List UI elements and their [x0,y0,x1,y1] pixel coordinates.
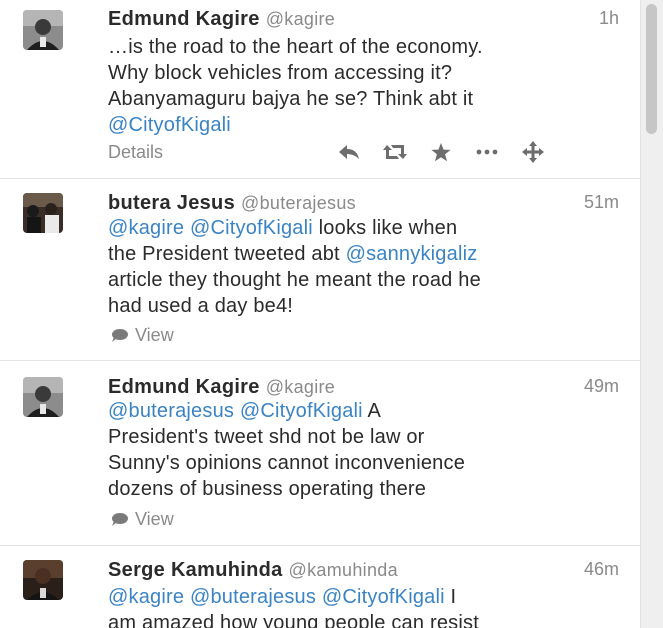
mention-link[interactable]: @kagire [108,217,184,239]
author-handle[interactable]: @kagire [266,377,335,397]
text-line: dozens of business operating there [108,476,628,502]
scrollbar-thumb[interactable] [646,4,657,134]
tweet[interactable]: Serge Kamuhinda @kamuhinda 46m @kagire @b… [0,546,641,628]
mention-link[interactable]: @CityofKigali [108,114,231,136]
mention-link[interactable]: @buterajesus [108,400,234,422]
scrollbar[interactable] [640,0,663,628]
timestamp[interactable]: 1h [599,8,619,29]
text-line: @kagire @CityofKigali looks like when [108,215,628,241]
text-line: article they thought he meant the road h… [108,267,628,293]
retweet-button[interactable] [372,140,418,164]
text-span: the President tweeted abt [108,243,346,265]
timestamp[interactable]: 49m [584,376,619,397]
text-line: Sunny's opinions cannot inconvenience [108,450,628,476]
text-span: A [362,400,382,422]
reply-icon [339,145,359,159]
retweet-icon [383,145,407,159]
text-line: @CityofKigali [108,112,628,138]
view-link[interactable]: View [110,509,174,530]
timestamp[interactable]: 51m [584,192,619,213]
text-span: looks like when [312,217,458,239]
speech-bubble-icon [112,513,128,526]
mention-link[interactable]: @buterajesus [190,586,316,608]
text-span: dozens of business operating there [108,478,427,500]
tweet-actions [326,140,556,164]
mention-link[interactable]: @CityofKigali [322,586,445,608]
expand-icon [522,141,544,163]
author-handle[interactable]: @kagire [266,9,335,29]
tweet[interactable]: butera Jesus @buterajesus 51m @kagire @Ci… [0,179,641,361]
text-span: am amazed how young people can resist [108,612,479,628]
timestamp[interactable]: 46m [584,559,619,580]
text-span: Sunny's opinions cannot inconvenience [108,452,466,474]
author-name[interactable]: Edmund Kagire [108,376,260,398]
mention-link[interactable]: @kagire [108,586,184,608]
view-label: View [135,325,174,345]
reply-button[interactable] [326,140,372,164]
text-span: Abanyamaguru bajya he se? Think abt it [108,88,474,110]
text-span: President's tweet shd not be law or [108,426,425,448]
avatar[interactable] [23,193,63,233]
tweet[interactable]: Edmund Kagire @kagire 49m @buterajesus @C… [0,361,641,546]
text-span: …is the road to the heart of the economy… [108,36,483,58]
tweet[interactable]: Edmund Kagire @kagire 1h …is the road to … [0,0,641,179]
more-icon [476,149,498,155]
author-name[interactable]: Edmund Kagire [108,8,260,30]
mention-link[interactable]: @CityofKigali [190,217,313,239]
text-line: the President tweeted abt @sannykigaliz [108,241,628,267]
tweet-text: …is the road to the heart of the economy… [108,34,628,138]
text-line: Abanyamaguru bajya he se? Think abt it [108,86,628,112]
avatar[interactable] [23,10,63,50]
avatar[interactable] [23,560,63,600]
avatar[interactable] [23,377,63,417]
text-span: had used a day be4! [108,295,294,317]
text-line: …is the road to the heart of the economy… [108,34,628,60]
text-line: had used a day be4! [108,293,628,319]
tweet-header: Edmund Kagire @kagire 1h [108,8,619,36]
text-span: I [444,586,457,608]
mention-link[interactable]: @CityofKigali [240,400,363,422]
text-line: President's tweet shd not be law or [108,424,628,450]
text-line: @kagire @buterajesus @CityofKigali I [108,584,628,610]
tweet-text: @buterajesus @CityofKigali A President's… [108,398,628,502]
author-handle[interactable]: @kamuhinda [289,560,398,580]
text-line: am amazed how young people can resist [108,610,628,628]
text-line: @buterajesus @CityofKigali A [108,398,628,424]
tweet-text: @kagire @buterajesus @CityofKigali I am … [108,584,628,628]
details-link[interactable]: Details [108,142,163,163]
speech-bubble-icon [112,329,128,342]
favorite-icon [431,142,451,161]
favorite-button[interactable] [418,140,464,164]
tweet-text: @kagire @CityofKigali looks like when th… [108,215,628,319]
view-link[interactable]: View [110,325,174,346]
text-line: Why block vehicles from accessing it? [108,60,628,86]
author-name[interactable]: Serge Kamuhinda [108,559,283,581]
text-span: article they thought he meant the road h… [108,269,481,291]
text-span: Why block vehicles from accessing it? [108,62,453,84]
mention-link[interactable]: @sannykigaliz [346,243,478,265]
author-name[interactable]: butera Jesus [108,192,235,214]
tweet-header: Serge Kamuhinda @kamuhinda 46m [108,559,619,587]
view-label: View [135,509,174,529]
more-button[interactable] [464,140,510,164]
author-handle[interactable]: @buterajesus [241,193,356,213]
expand-button[interactable] [510,140,556,164]
